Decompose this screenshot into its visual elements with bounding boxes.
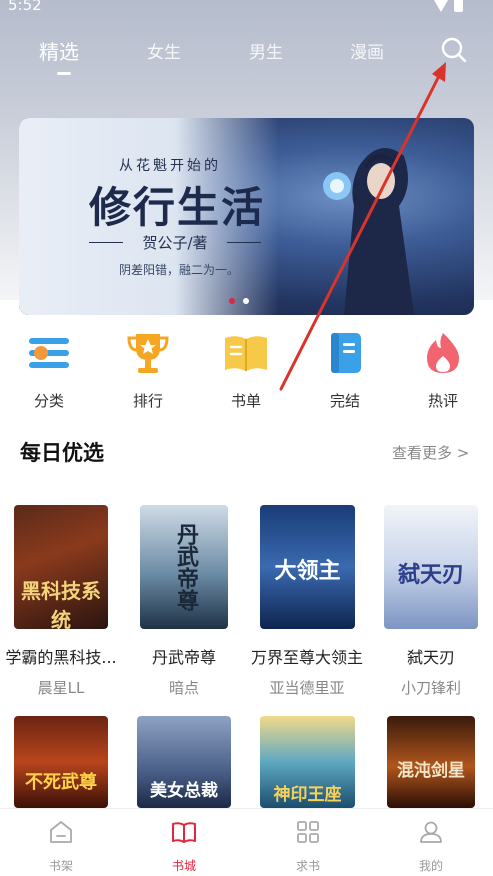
tab-female[interactable]: 女生 [147,38,181,63]
carousel-dot-active[interactable] [229,298,235,304]
book-cover[interactable]: 混沌剑星 [387,716,475,808]
bookshelf-icon [50,821,72,843]
status-bar: 5:52 [0,0,493,18]
bottom-nav: 书架 书城 求书 我的 [0,808,493,876]
tab-male[interactable]: 男生 [249,38,283,63]
category-icon [29,338,69,368]
search-button[interactable] [440,36,468,64]
battery-icon [454,0,463,12]
quick-nav-category[interactable]: 分类 [9,330,89,411]
bottom-nav-bookstore[interactable]: 书城 [144,819,224,874]
banner-author: 贺公子/著 [89,232,261,253]
book-cover[interactable]: 不死武尊 [14,716,108,808]
book-open-icon [225,336,267,371]
banner-description: 阴差阳错，融二为一。 [119,263,240,277]
quick-nav-finished[interactable]: 完结 [305,330,385,411]
flame-icon [427,333,459,373]
status-time: 5:52 [8,0,42,14]
bottom-nav-profile[interactable]: 我的 [391,819,471,874]
book-cover: 丹武帝尊 [140,505,228,629]
book-title: 学霸的黑科技... [5,648,117,667]
bottom-nav-bookshelf[interactable]: 书架 [21,819,101,874]
quick-nav-hot-reviews[interactable]: 热评 [403,330,483,411]
book-cover: 黑科技系统 [14,505,108,629]
wifi-icon [434,0,448,12]
trophy-icon [127,334,169,373]
grid-icon [297,821,319,843]
top-tabs: 精选 女生 男生 漫画 [0,30,493,75]
bottom-nav-request[interactable]: 求书 [268,819,348,874]
quick-nav-booklist[interactable]: 书单 [206,330,286,411]
carousel-dots [229,298,249,304]
quick-nav: 分类 排行 书单 完结 热评 [0,330,493,410]
carousel-dot[interactable] [243,298,249,304]
banner-subtitle: 从花魁开始的 [119,158,221,174]
book-author: 暗点 [168,679,199,697]
book-author: 亚当德里亚 [269,679,345,697]
section-title: 每日优选 [20,441,104,465]
book-author: 晨星LL [37,679,85,697]
book-title: 丹武帝尊 [151,648,216,667]
book-cover[interactable]: 神印王座 [260,716,355,808]
tab-comics[interactable]: 漫画 [350,38,384,63]
see-more-link[interactable]: 查看更多 > [392,442,469,463]
banner-title: 修行生活 [89,183,266,232]
bookstore-icon [172,822,196,843]
book-author: 小刀锋利 [400,679,461,697]
banner-carousel[interactable]: 从花魁开始的 修行生活 贺公子/著 阴差阳错，融二为一。 [19,118,474,315]
banner-character-image [323,148,414,315]
book-title: 弑天刃 [406,648,455,667]
search-icon [441,37,467,63]
book-cover[interactable]: 美女总裁 [137,716,231,808]
book-cover: 弑天刃 [384,505,478,629]
tab-indicator [57,72,71,75]
book-cover: 大领主 [260,505,355,629]
book-title: 万界至尊大领主 [250,648,363,667]
quick-nav-ranking[interactable]: 排行 [108,330,188,411]
finished-book-icon [331,333,361,373]
tab-featured[interactable]: 精选 [39,36,79,65]
profile-icon [420,821,442,843]
